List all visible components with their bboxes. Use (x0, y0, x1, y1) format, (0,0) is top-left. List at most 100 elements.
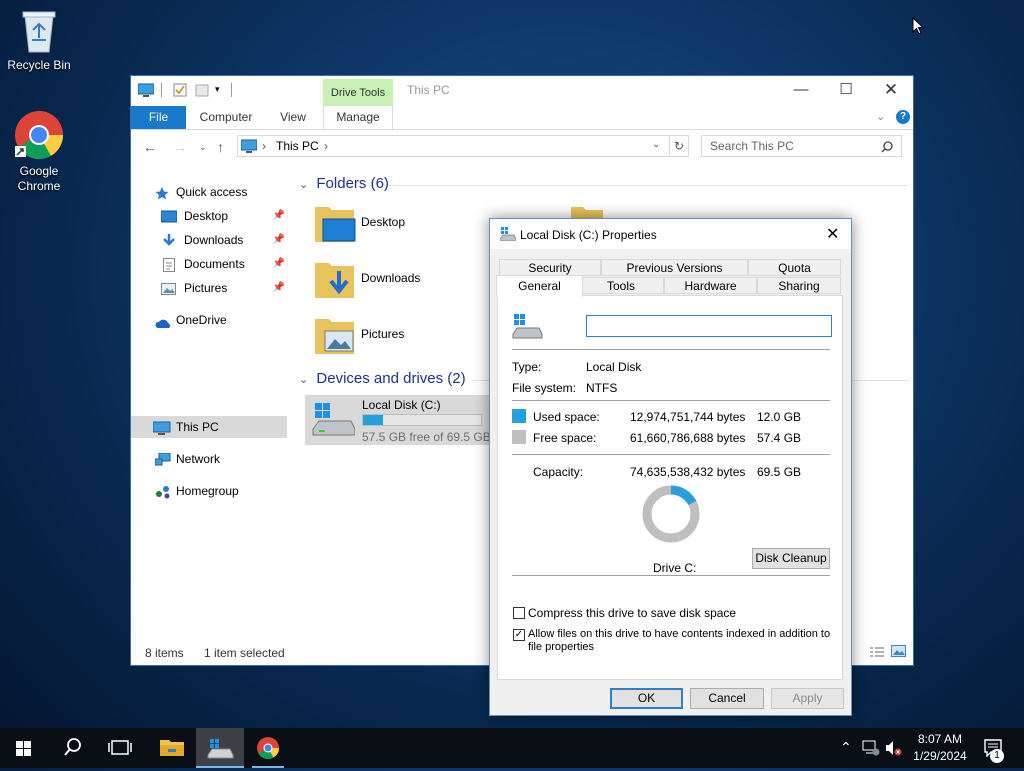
network-icon (154, 452, 171, 466)
nav-desktop[interactable]: Desktop 📌 (160, 205, 285, 227)
file-system-label: File system: (512, 381, 577, 395)
navigation-pane: Quick access Desktop 📌 Downloads 📌 Docum… (131, 171, 291, 631)
expand-ribbon-icon[interactable]: ⌄ (876, 110, 885, 123)
maximize-button[interactable]: ☐ (823, 76, 869, 104)
nav-label: Documents (184, 257, 245, 271)
drive-tools-context-tab: Drive Tools (323, 79, 393, 106)
homegroup-icon (155, 484, 171, 499)
drive-usage-fill (363, 415, 384, 425)
desktop-icon-label: Recycle Bin (7, 58, 71, 72)
nav-label: Homegroup (176, 484, 239, 498)
new-folder-icon[interactable] (195, 83, 209, 97)
tab-hardware[interactable]: Hardware (664, 277, 757, 294)
taskbar-chrome[interactable] (244, 728, 292, 768)
drive-local-disk-c[interactable]: Local Disk (C:) 57.5 GB free of 69.5 GB (305, 395, 491, 445)
window-title: This PC (407, 83, 450, 97)
tab-file[interactable]: File (131, 106, 186, 129)
folders-group-header[interactable]: ⌄ Folders (6) (299, 175, 389, 192)
tab-computer[interactable]: Computer (193, 106, 259, 129)
dialog-close-button[interactable]: ✕ (826, 224, 839, 244)
minimize-button[interactable]: — (778, 76, 824, 104)
network-tray-icon[interactable] (862, 740, 880, 759)
disk-cleanup-button[interactable]: Disk Cleanup (752, 548, 830, 569)
help-icon[interactable]: ? (896, 110, 910, 124)
folder-name: Desktop (361, 215, 406, 229)
index-drive-checkbox[interactable]: ✓ (513, 629, 525, 641)
drive-label: Drive C: (653, 561, 697, 575)
separator (231, 83, 232, 97)
apply-button[interactable]: Apply (771, 688, 844, 709)
tab-view[interactable]: View (271, 106, 315, 129)
breadcrumb[interactable]: This PC (276, 139, 319, 153)
nav-downloads[interactable]: Downloads 📌 (161, 229, 285, 251)
breadcrumb-chevron-icon[interactable]: › (324, 139, 328, 153)
nav-pictures[interactable]: Pictures 📌 (161, 277, 285, 299)
nav-label: Desktop (184, 209, 229, 223)
folders-header-label: Folders (6) (316, 175, 389, 192)
forward-button[interactable]: → (173, 139, 187, 155)
start-button[interactable] (0, 728, 48, 768)
separator (161, 83, 162, 97)
desktop-folder-icon (160, 209, 178, 223)
close-button[interactable]: ✕ (868, 76, 914, 104)
explorer-titlebar: ▾ Drive Tools This PC — ☐ ✕ (131, 76, 913, 106)
tab-general[interactable]: General (496, 275, 583, 297)
pictures-icon (161, 281, 177, 295)
tab-previous-versions[interactable]: Previous Versions (601, 259, 748, 276)
back-button[interactable]: ← (143, 139, 157, 155)
used-space-bytes: 12,974,751,744 bytes (630, 410, 746, 424)
taskbar-drive-properties[interactable] (196, 728, 244, 768)
disk-usage-donut-chart (642, 485, 700, 543)
clock-time[interactable]: 8:07 AM (912, 732, 968, 746)
nav-this-pc-row[interactable]: This PC (152, 416, 283, 438)
up-button[interactable]: ↑ (217, 139, 224, 155)
dialog-title: Local Disk (C:) Properties (520, 228, 657, 242)
nav-quick-access[interactable]: Quick access (155, 181, 285, 203)
used-space-arc (670, 485, 697, 506)
nav-onedrive[interactable]: OneDrive (155, 309, 285, 331)
ok-button[interactable]: OK (610, 688, 683, 709)
volume-muted-icon[interactable] (884, 740, 902, 759)
taskbar-file-explorer[interactable] (148, 728, 196, 768)
desktop-icon-google-chrome[interactable]: Google Chrome (1, 110, 77, 194)
nav-label: Downloads (184, 233, 244, 247)
drive-usage-bar (362, 414, 482, 426)
tab-quota[interactable]: Quota (748, 259, 841, 276)
details-view-icon[interactable] (869, 646, 885, 661)
tab-security[interactable]: Security (499, 259, 601, 276)
search-input[interactable]: Search This PC (701, 135, 902, 157)
tab-manage[interactable]: Manage (323, 106, 393, 129)
devices-header-label: Devices and drives (2) (316, 370, 466, 387)
folder-name: Pictures (361, 327, 405, 341)
devices-group-header[interactable]: ⌄ Devices and drives (2) (299, 370, 466, 387)
drive-name-input[interactable] (586, 315, 832, 337)
folder-downloads[interactable]: Downloads (313, 257, 463, 305)
this-pc-icon (152, 420, 171, 435)
address-bar[interactable]: › This PC › ⌄ (237, 135, 689, 157)
large-icons-view-icon[interactable] (891, 645, 907, 661)
nav-documents[interactable]: Documents 📌 (161, 253, 285, 275)
nav-homegroup[interactable]: Homegroup (155, 480, 285, 502)
refresh-button[interactable]: ↻ (669, 135, 689, 157)
address-dropdown-icon[interactable]: ⌄ (652, 139, 660, 150)
folder-pictures[interactable]: Pictures (313, 313, 463, 361)
folder-desktop[interactable]: Desktop (313, 201, 463, 249)
free-space-label: Free space: (533, 431, 597, 445)
compress-drive-checkbox[interactable] (513, 607, 525, 619)
show-hidden-icons-button[interactable]: ⌃ (840, 739, 852, 756)
clock-date[interactable]: 1/29/2024 (908, 749, 972, 763)
properties-icon[interactable] (173, 83, 187, 97)
search-button[interactable] (48, 728, 96, 768)
nav-network[interactable]: Network (154, 448, 285, 470)
chrome-icon (14, 110, 64, 160)
chevron-down-icon: ⌄ (299, 179, 309, 191)
customize-qat-icon[interactable]: ▾ (215, 84, 220, 95)
tab-tools[interactable]: Tools (578, 277, 664, 294)
desktop-icon-recycle-bin[interactable]: Recycle Bin (1, 8, 77, 72)
recent-locations-icon[interactable]: ⌄ (199, 142, 207, 153)
tab-sharing[interactable]: Sharing (757, 277, 841, 294)
pin-icon: 📌 (272, 210, 285, 221)
task-view-button[interactable] (96, 728, 144, 768)
pin-icon: 📌 (272, 258, 285, 269)
cancel-button[interactable]: Cancel (690, 688, 764, 709)
